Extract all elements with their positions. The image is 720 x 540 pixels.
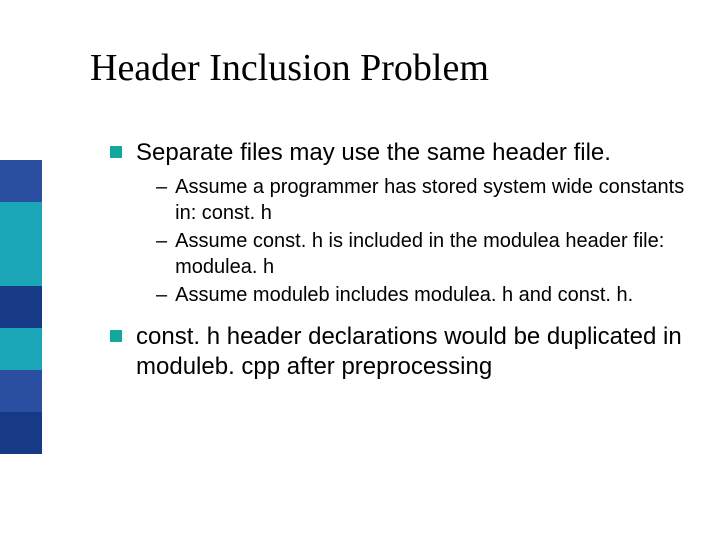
slide-title: Header Inclusion Problem xyxy=(90,46,690,90)
bullet-level1: Separate files may use the same header f… xyxy=(90,138,690,168)
bullet-text: Separate files may use the same header f… xyxy=(136,138,690,168)
dash-bullet-icon: – xyxy=(156,174,167,200)
bullet-level2: – Assume a programmer has stored system … xyxy=(90,174,690,226)
square-bullet-icon xyxy=(110,146,122,158)
bullet-text: const. h header declarations would be du… xyxy=(136,322,690,382)
slide-content: Header Inclusion Problem Separate files … xyxy=(90,46,690,388)
deco-square xyxy=(0,328,42,370)
deco-square xyxy=(0,244,42,286)
bullet-text: Assume const. h is included in the modul… xyxy=(175,228,690,280)
deco-square xyxy=(0,286,42,328)
bullet-level2: – Assume moduleb includes modulea. h and… xyxy=(90,282,690,308)
deco-square xyxy=(0,160,42,202)
deco-square xyxy=(0,412,42,454)
bullet-text: Assume a programmer has stored system wi… xyxy=(175,174,690,226)
bullet-text: Assume moduleb includes modulea. h and c… xyxy=(175,282,690,308)
side-decoration xyxy=(0,160,42,454)
deco-square xyxy=(0,370,42,412)
deco-square xyxy=(0,202,42,244)
bullet-level2: – Assume const. h is included in the mod… xyxy=(90,228,690,280)
square-bullet-icon xyxy=(110,330,122,342)
dash-bullet-icon: – xyxy=(156,228,167,254)
bullet-level1: const. h header declarations would be du… xyxy=(90,322,690,382)
dash-bullet-icon: – xyxy=(156,282,167,308)
